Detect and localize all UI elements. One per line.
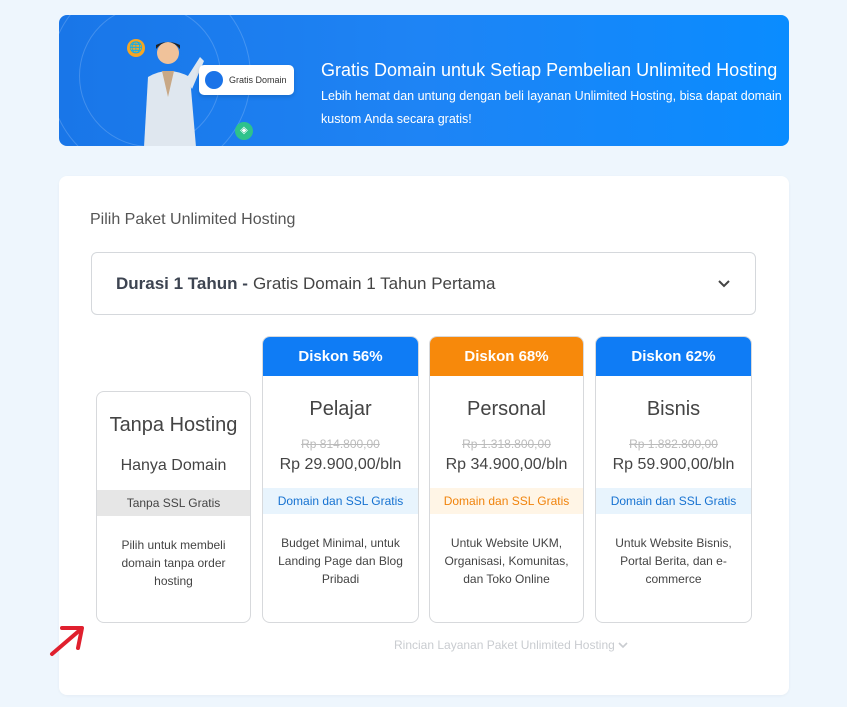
plan-selection-card: Pilih Paket Unlimited Hosting Durasi 1 T… [59, 176, 789, 695]
plan-description: Untuk Website Bisnis, Portal Berita, dan… [615, 536, 732, 586]
domain-icon [205, 71, 223, 89]
ssl-label: Domain dan SSL Gratis [596, 488, 751, 514]
discount-badge: Diskon 56% [263, 337, 418, 376]
plan-description: Pilih untuk membeli domain tanpa order h… [121, 538, 226, 588]
discount-badge: Diskon 62% [596, 337, 751, 376]
globe-icon: 🌐 [127, 39, 145, 57]
plan-price: Rp 59.900,00/bln [612, 456, 735, 473]
chevron-down-icon [618, 642, 628, 649]
domain-chip: Gratis Domain [199, 65, 294, 95]
promo-banner: 🌐 Gratis Domain ◈ Gratis Domain untuk Se… [59, 15, 789, 146]
plan-price: Rp 29.900,00/bln [279, 456, 402, 473]
plan-description: Budget Minimal, untuk Landing Page dan B… [278, 536, 403, 586]
dropdown-bold-text: Durasi 1 Tahun - [116, 273, 248, 293]
ssl-label: Domain dan SSL Gratis [430, 488, 583, 514]
old-price: Rp 814.800,00 [301, 437, 380, 451]
duration-dropdown[interactable]: Durasi 1 Tahun - Gratis Domain 1 Tahun P… [91, 252, 756, 315]
red-arrow-icon [50, 626, 84, 656]
person-illustration [144, 42, 204, 146]
tag-icon: ◈ [235, 122, 253, 140]
old-price: Rp 1.882.800,00 [629, 437, 718, 451]
ssl-label: Domain dan SSL Gratis [263, 488, 418, 514]
plan-bisnis[interactable]: Diskon 62% Bisnis Rp 1.882.800,00 Rp 59.… [595, 336, 752, 623]
plan-subtitle: Hanya Domain [120, 457, 227, 474]
details-link-text: Rincian Layanan Paket Unlimited Hosting [394, 638, 615, 652]
discount-badge: Diskon 68% [430, 337, 583, 376]
old-price: Rp 1.318.800,00 [462, 437, 551, 451]
details-link[interactable]: Rincian Layanan Paket Unlimited Hosting [394, 638, 628, 652]
plan-price: Rp 34.900,00/bln [445, 456, 568, 473]
dropdown-text: Gratis Domain 1 Tahun Pertama [252, 273, 496, 293]
ssl-label: Tanpa SSL Gratis [97, 490, 250, 516]
card-label: Pilih Paket Unlimited Hosting [90, 211, 296, 228]
chevron-down-icon [718, 280, 730, 288]
plan-name: Pelajar [309, 398, 372, 420]
plan-personal[interactable]: Diskon 68% Personal Rp 1.318.800,00 Rp 3… [429, 336, 584, 623]
plan-name: Tanpa Hosting [109, 414, 238, 436]
banner-description: Lebih hemat dan untung dengan beli layan… [321, 89, 782, 126]
plan-tanpa-hosting[interactable]: Tanpa Hosting Hanya Domain Tanpa SSL Gra… [96, 391, 251, 623]
chip-label: Gratis Domain [229, 75, 287, 85]
plan-description: Untuk Website UKM, Organisasi, Komunitas… [444, 536, 569, 586]
plan-name: Personal [467, 398, 546, 420]
plan-name: Bisnis [646, 398, 701, 420]
plan-pelajar[interactable]: Diskon 56% Pelajar Rp 814.800,00 Rp 29.9… [262, 336, 419, 623]
banner-title: Gratis Domain untuk Setiap Pembelian Unl… [321, 60, 778, 80]
